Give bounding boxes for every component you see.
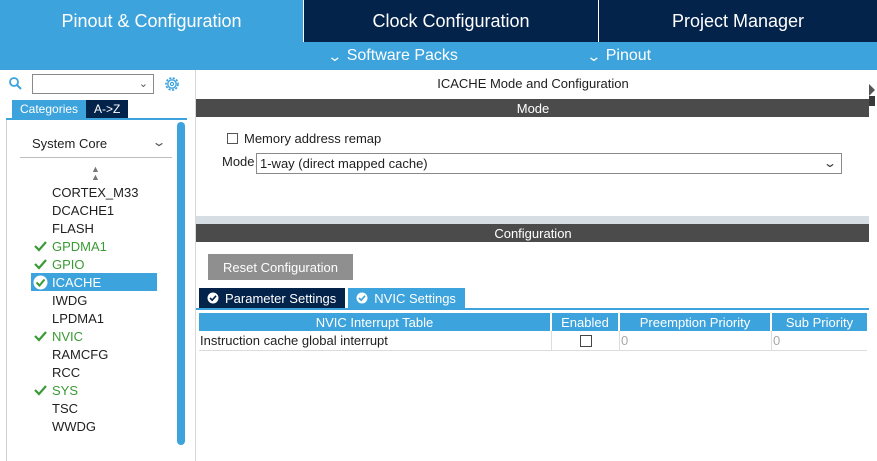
item-label: NVIC	[52, 328, 84, 344]
item-label: RAMCFG	[52, 346, 109, 362]
memory-remap-checkbox[interactable]	[227, 133, 238, 144]
mode-row: Mode	[222, 154, 255, 169]
nvic-table: NVIC Interrupt Table Enabled Preemption …	[199, 313, 867, 351]
table-row[interactable]: Instruction cache global interrupt 0 0	[199, 331, 867, 351]
list-item-lpdma1[interactable]: LPDMA1	[31, 309, 157, 327]
list-item-sys[interactable]: SYS	[31, 381, 157, 399]
check-circle-icon	[33, 275, 48, 290]
tab-a-z[interactable]: A->Z	[86, 100, 129, 118]
check-icon	[34, 331, 47, 342]
reset-configuration-button[interactable]: Reset Configuration	[208, 254, 353, 280]
tab-pinout-configuration[interactable]: Pinout & Configuration	[0, 0, 303, 42]
scroll-up-arrow-icon[interactable]: ▲ ▲	[91, 165, 100, 182]
list-item-nvic[interactable]: NVIC	[31, 327, 157, 345]
item-label: DCACHE1	[52, 202, 115, 218]
sub-menu-bar: ⌄ Software Packs ⌄ Pinout	[0, 42, 877, 70]
column-header[interactable]: Enabled	[552, 313, 620, 331]
list-item-rcc[interactable]: RCC	[31, 363, 157, 381]
pinout-label: Pinout	[605, 47, 652, 64]
tab-underline	[196, 308, 870, 310]
item-label: CORTEX_M33	[52, 184, 139, 200]
list-item-iwdg[interactable]: IWDG	[31, 291, 157, 309]
page-title: ICACHE Mode and Configuration	[437, 76, 629, 91]
left-panel: ⌄ Categories A->Z System Core ⌄ ▲ ▲ CORTE…	[0, 70, 189, 461]
right-edge-panel	[869, 70, 877, 461]
item-label: IWDG	[52, 292, 88, 308]
mode-label: Mode	[222, 154, 255, 169]
sub-priority-cell[interactable]: 0	[772, 331, 867, 350]
check-icon	[34, 385, 47, 396]
memory-remap-label: Memory address remap	[244, 131, 382, 146]
item-label: GPIO	[52, 256, 85, 272]
configuration-header: Configuration	[196, 224, 870, 242]
table-header: NVIC Interrupt Table Enabled Preemption …	[199, 313, 867, 331]
mode-select[interactable]: 1-way (direct mapped cache) ⌄	[256, 153, 842, 174]
search-icon	[9, 77, 22, 90]
column-header[interactable]: Sub Priority	[772, 313, 867, 331]
list-item-icache[interactable]: ICACHE	[31, 273, 157, 291]
item-label: ICACHE	[52, 274, 102, 290]
list-item-ramcfg[interactable]: RAMCFG	[31, 345, 157, 363]
tab-nvic-settings[interactable]: NVIC Settings	[348, 288, 465, 308]
chevron-down-icon: ⌄	[138, 78, 148, 90]
config-panel: ICACHE Mode and Configuration Mode Memor…	[195, 70, 870, 461]
list-item-gpio[interactable]: GPIO	[31, 255, 157, 273]
check-circle-icon	[356, 292, 368, 304]
chevron-down-icon: ⌄	[151, 135, 167, 149]
chevron-down-icon: ⌄	[327, 47, 343, 64]
chevron-down-icon: ⌄	[822, 156, 838, 170]
item-label: GPDMA1	[52, 238, 107, 254]
tab-label: NVIC Settings	[374, 290, 456, 306]
pinout-menu[interactable]: ⌄ Pinout	[586, 42, 652, 70]
list-item-wwdg[interactable]: WWDG	[31, 417, 157, 435]
component-list: CORTEX_M33 DCACHE1 FLASH GPDMA1 GPIO ICA…	[31, 183, 157, 435]
software-packs-label: Software Packs	[346, 47, 458, 64]
memory-remap-option[interactable]: Memory address remap	[227, 131, 381, 146]
chevron-down-icon: ⌄	[586, 47, 602, 64]
item-label: FLASH	[52, 220, 94, 236]
component-tree: System Core ⌄ ▲ ▲ CORTEX_M33 DCACHE1 FLAS…	[6, 120, 187, 461]
tab-clock-configuration[interactable]: Clock Configuration	[304, 0, 598, 42]
mode-value: 1-way (direct mapped cache)	[260, 156, 428, 171]
list-item-dcache1[interactable]: DCACHE1	[31, 201, 157, 219]
search-input[interactable]: ⌄	[32, 74, 154, 94]
enabled-checkbox[interactable]	[579, 334, 592, 347]
software-packs-menu[interactable]: ⌄ Software Packs	[327, 42, 458, 70]
column-header[interactable]: NVIC Interrupt Table	[199, 313, 552, 331]
vertical-scrollbar[interactable]	[177, 122, 185, 445]
edge-handle[interactable]	[869, 96, 875, 106]
group-label: System Core	[32, 136, 108, 151]
item-label: WWDG	[52, 418, 97, 434]
category-tabs: Categories A->Z	[12, 100, 129, 118]
interrupt-name: Instruction cache global interrupt	[199, 331, 552, 350]
gear-icon[interactable]	[163, 75, 181, 93]
column-header[interactable]: Preemption Priority	[620, 313, 772, 331]
check-icon	[34, 259, 47, 270]
collapse-arrow-icon[interactable]	[869, 84, 875, 96]
item-label: SYS	[52, 382, 79, 398]
tab-label: Parameter Settings	[225, 290, 337, 306]
tab-parameter-settings[interactable]: Parameter Settings	[199, 288, 346, 308]
item-label: TSC	[52, 400, 78, 416]
item-label: RCC	[52, 364, 81, 380]
list-item-gpdma1[interactable]: GPDMA1	[31, 237, 157, 255]
mode-header: Mode	[196, 99, 870, 117]
check-icon	[34, 241, 47, 252]
search-row: ⌄	[0, 70, 189, 98]
top-tabs: Pinout & Configuration Clock Configurati…	[0, 0, 877, 42]
group-system-core[interactable]: System Core ⌄	[20, 130, 172, 158]
tab-categories[interactable]: Categories	[12, 100, 87, 118]
check-circle-icon	[207, 292, 219, 304]
enabled-cell	[552, 331, 620, 350]
list-item-flash[interactable]: FLASH	[31, 219, 157, 237]
section-divider	[196, 216, 870, 224]
preemption-priority-cell[interactable]: 0	[620, 331, 772, 350]
item-label: LPDMA1	[52, 310, 105, 326]
config-tabs: Parameter Settings NVIC Settings	[199, 288, 468, 308]
tab-project-manager[interactable]: Project Manager	[599, 0, 877, 42]
list-item-tsc[interactable]: TSC	[31, 399, 157, 417]
list-item-cortex-m33[interactable]: CORTEX_M33	[31, 183, 157, 201]
